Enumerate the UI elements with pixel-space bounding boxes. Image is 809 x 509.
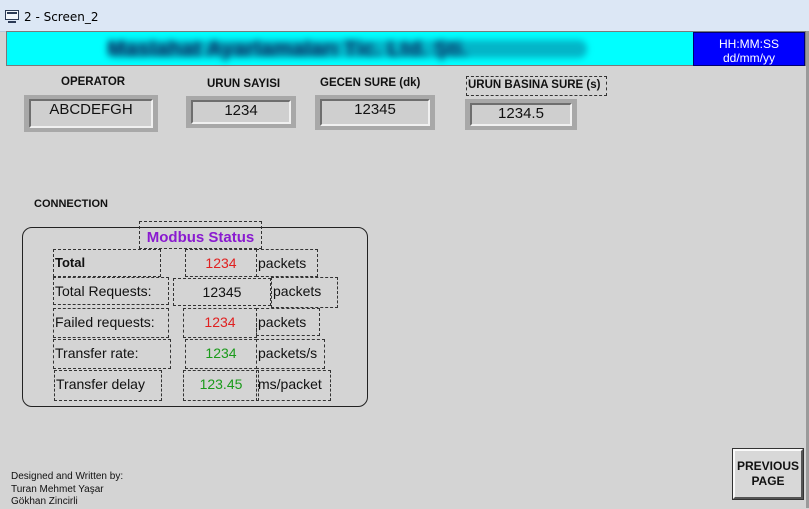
window-title: 2 - Screen_2 — [24, 10, 99, 24]
total-value: 1234 — [185, 249, 257, 277]
urun-basina-sure-label: URUN BASINA SURE (s) — [466, 76, 607, 96]
clock-time: HH:MM:SS — [719, 37, 779, 51]
hmi-screen-icon — [5, 10, 19, 23]
gecen-sure-label: GECEN SURE (dk) — [320, 77, 421, 89]
operator-value: ABCDEFGH — [29, 99, 153, 128]
company-title-blurred: Maslahat Ayarlamaları Tic. Ltd. Şti. — [107, 36, 587, 62]
credits: Designed and Written by: Turan Mehmet Ya… — [11, 471, 123, 509]
credits-line-3: Gökhan Zincirli — [11, 496, 78, 507]
previous-page-label-2: PAGE — [751, 474, 785, 488]
total-requests-unit: packets — [271, 277, 338, 308]
urun-basina-sure-field: 1234.5 — [465, 99, 577, 130]
modbus-status-title: Modbus Status — [139, 221, 262, 249]
credits-line-1: Designed and Written by: — [11, 471, 124, 482]
clock-date: dd/mm/yy — [722, 51, 775, 65]
failed-requests-unit: packets — [256, 308, 320, 336]
transfer-rate-unit: packets/s — [256, 339, 325, 369]
connection-label: CONNECTION — [34, 198, 108, 210]
gecen-sure-field: 12345 — [315, 95, 435, 130]
operator-label: OPERATOR — [61, 76, 126, 88]
urun-sayisi-field: 1234 — [186, 96, 296, 128]
total-unit: packets — [256, 249, 318, 277]
transfer-rate-value: 1234 — [185, 339, 257, 369]
previous-page-label-1: PREVIOUS — [736, 459, 799, 473]
clock-display: HH:MM:SS dd/mm/yy — [693, 32, 805, 66]
urun-basina-sure-value: 1234.5 — [470, 103, 572, 126]
previous-page-button[interactable]: PREVIOUS PAGE — [732, 448, 804, 500]
urun-sayisi-value: 1234 — [191, 100, 291, 124]
urun-sayisi-label: URUN SAYISI — [207, 78, 281, 90]
transfer-delay-label: Transfer delay — [54, 370, 162, 401]
transfer-delay-value: 123.45 — [183, 370, 259, 401]
total-requests-label: Total Requests: — [53, 277, 169, 305]
transfer-rate-label: Transfer rate: — [53, 339, 171, 369]
window-titlebar: 2 - Screen_2 — [0, 0, 809, 32]
credits-line-2: Turan Mehmet Yaşar — [11, 483, 104, 495]
header-bar: Maslahat Ayarlamaları Tic. Ltd. Şti. — [6, 31, 806, 66]
failed-requests-label: Failed requests: — [53, 308, 169, 338]
operator-field: ABCDEFGH — [24, 95, 158, 132]
transfer-delay-unit: ms/packet — [256, 370, 331, 401]
total-requests-value: 12345 — [173, 278, 271, 306]
total-label: Total — [53, 249, 161, 277]
failed-requests-value: 1234 — [183, 308, 257, 338]
gecen-sure-value: 12345 — [320, 99, 430, 126]
